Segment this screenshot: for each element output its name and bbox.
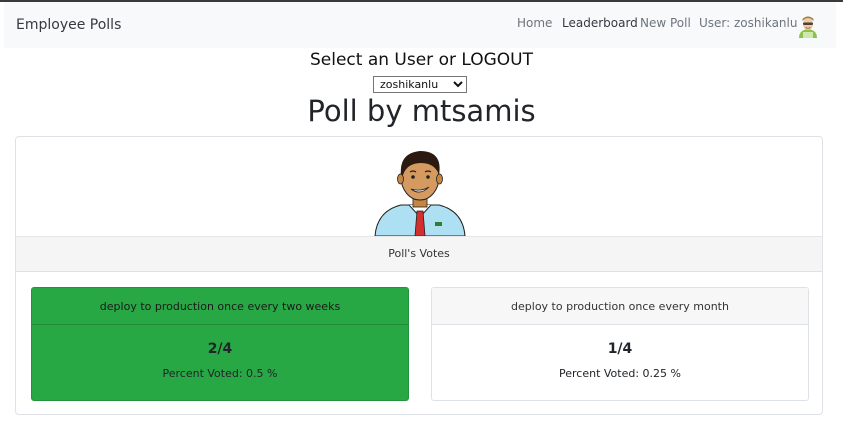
user-select[interactable]: zoshikanlu bbox=[373, 76, 467, 93]
nav-link-new-poll[interactable]: New Poll bbox=[640, 16, 691, 30]
nav-link-leaderboard[interactable]: Leaderboard bbox=[562, 16, 638, 30]
poll-option-2-percent: Percent Voted: 0.25 % bbox=[559, 367, 681, 380]
poll-option-2-count: 1/4 bbox=[607, 341, 633, 357]
brand-title[interactable]: Employee Polls bbox=[16, 17, 121, 33]
poll-option-2-text: deploy to production once every month bbox=[432, 288, 808, 325]
navbar: Employee Polls Home Leaderboard New Poll… bbox=[4, 2, 836, 48]
poll-option-1[interactable]: deploy to production once every two week… bbox=[31, 287, 409, 401]
poll-option-1-text: deploy to production once every two week… bbox=[32, 288, 408, 325]
poll-votes-header: Poll's Votes bbox=[16, 236, 822, 272]
poll-option-1-count: 2/4 bbox=[207, 341, 233, 357]
poll-title: Poll by mtsamis bbox=[307, 94, 536, 128]
poll-option-2[interactable]: deploy to production once every month 1/… bbox=[431, 287, 809, 401]
nav-current-user: User: zoshikanlu bbox=[699, 16, 798, 30]
user-switch-heading: Select an User or LOGOUT bbox=[309, 50, 534, 70]
poll-card: Poll's Votes deploy to production once e… bbox=[15, 136, 823, 415]
poll-option-1-percent: Percent Voted: 0.5 % bbox=[162, 367, 278, 380]
author-avatar-icon bbox=[374, 151, 466, 236]
nav-link-home[interactable]: Home bbox=[517, 16, 552, 30]
user-avatar-icon bbox=[799, 16, 817, 38]
